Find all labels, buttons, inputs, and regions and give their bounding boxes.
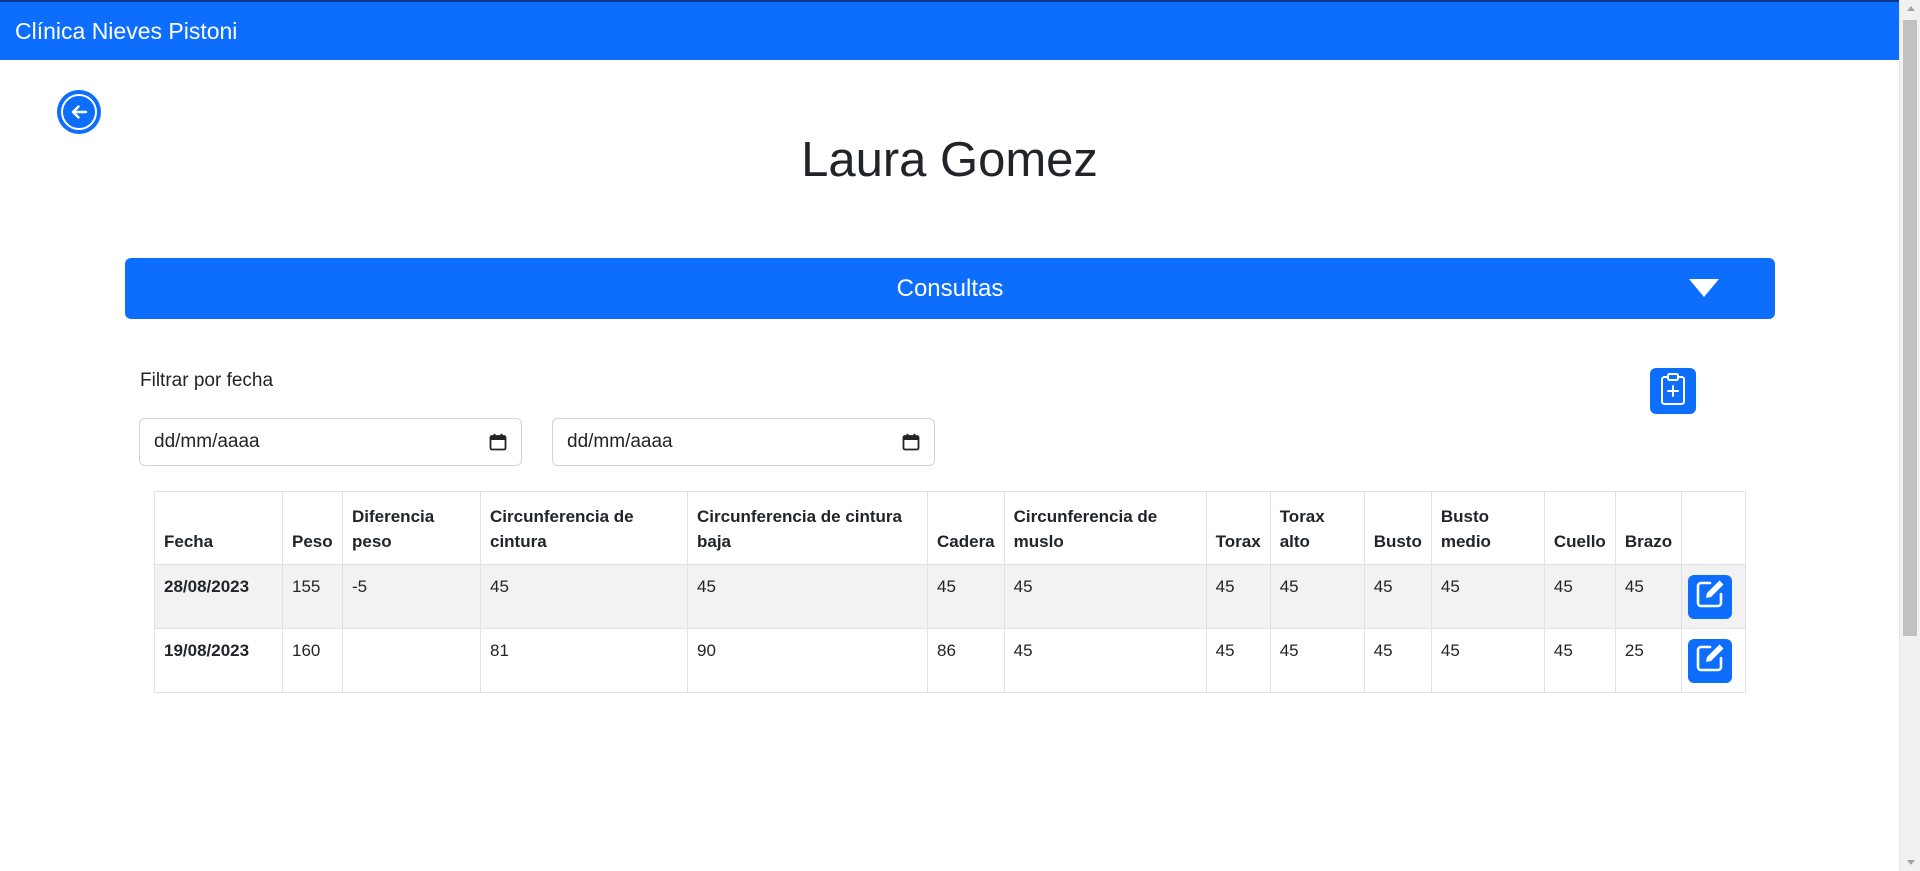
cell-diferencia-peso — [342, 628, 481, 693]
clipboard-plus-icon — [1659, 372, 1687, 411]
cell-cuello: 45 — [1543, 564, 1616, 629]
header-cuello: Cuello — [1543, 491, 1616, 565]
cell-brazo: 45 — [1614, 564, 1683, 629]
consultas-table-wrapper: Fecha Peso Diferencia peso Circunferencia… — [154, 491, 1747, 693]
cell-peso: 155 — [282, 564, 343, 629]
header-diferencia-peso: Diferencia peso — [342, 491, 481, 565]
page-title: Laura Gomez — [801, 133, 1098, 187]
cell-cadera: 45 — [927, 564, 1005, 629]
date-to-value: dd/mm/aaaa — [567, 431, 673, 452]
vertical-scrollbar[interactable] — [1899, 0, 1920, 871]
cell-cuello: 45 — [1543, 628, 1616, 693]
cell-brazo: 25 — [1614, 628, 1683, 693]
cell-circunferencia-muslo: 45 — [1003, 564, 1207, 629]
cell-circunferencia-cintura-baja: 90 — [687, 628, 928, 693]
date-to-input[interactable]: dd/mm/aaaa — [552, 418, 935, 466]
cell-circunferencia-cintura: 45 — [480, 564, 688, 629]
table-row: 19/08/2023 160 81 90 86 45 45 45 45 45 4… — [154, 628, 1747, 693]
cell-busto: 45 — [1363, 628, 1432, 693]
header-torax: Torax — [1205, 491, 1271, 565]
table-row: 28/08/2023 155 -5 45 45 45 45 45 45 45 4… — [154, 564, 1747, 629]
scroll-down-arrow-icon[interactable] — [1900, 854, 1920, 871]
cell-fecha: 19/08/2023 — [154, 628, 283, 693]
cell-actions — [1681, 628, 1747, 693]
header-peso: Peso — [282, 491, 343, 565]
navbar: Clínica Nieves Pistoni — [0, 0, 1899, 60]
date-from-input[interactable]: dd/mm/aaaa — [139, 418, 522, 466]
cell-torax-alto: 45 — [1269, 564, 1365, 629]
calendar-icon[interactable] — [489, 433, 507, 451]
cell-busto: 45 — [1363, 564, 1432, 629]
cell-torax-alto: 45 — [1269, 628, 1365, 693]
cell-busto-medio: 45 — [1430, 564, 1545, 629]
edit-consulta-button[interactable] — [1688, 574, 1733, 619]
arrow-left-circle-icon — [61, 94, 97, 130]
cell-fecha: 28/08/2023 — [154, 564, 283, 629]
date-from-value: dd/mm/aaaa — [154, 431, 260, 452]
cell-circunferencia-cintura-baja: 45 — [687, 564, 928, 629]
page: Clínica Nieves Pistoni Laura Gomez Consu… — [0, 0, 1920, 871]
pencil-square-icon — [1693, 641, 1727, 680]
header-actions — [1681, 491, 1747, 565]
table-header-row: Fecha Peso Diferencia peso Circunferencia… — [154, 491, 1747, 565]
cell-actions — [1681, 564, 1747, 629]
scroll-up-arrow-icon[interactable] — [1900, 0, 1920, 17]
cell-busto-medio: 45 — [1430, 628, 1545, 693]
header-circunferencia-cintura: Circunferencia de cintura — [480, 491, 688, 565]
cell-torax: 45 — [1205, 564, 1271, 629]
cell-circunferencia-cintura: 81 — [480, 628, 688, 693]
header-busto-medio: Busto medio — [1430, 491, 1545, 565]
header-circunferencia-muslo: Circunferencia de muslo — [1003, 491, 1207, 565]
scrollbar-thumb[interactable] — [1903, 20, 1917, 636]
consultas-table: Fecha Peso Diferencia peso Circunferencia… — [154, 491, 1747, 693]
caret-down-icon — [1689, 279, 1719, 297]
accordion-label: Consultas — [896, 274, 1004, 302]
header-cadera: Cadera — [927, 491, 1005, 565]
pencil-square-icon — [1693, 577, 1727, 616]
filter-label: Filtrar por fecha — [140, 370, 274, 391]
consultas-accordion-toggle[interactable]: Consultas — [125, 258, 1775, 319]
cell-diferencia-peso: -5 — [342, 564, 481, 629]
header-fecha: Fecha — [154, 491, 283, 565]
header-torax-alto: Torax alto — [1269, 491, 1365, 565]
header-brazo: Brazo — [1614, 491, 1683, 565]
back-button[interactable] — [57, 90, 101, 134]
header-circunferencia-cintura-baja: Circunferencia de cintura baja — [687, 491, 928, 565]
add-consulta-button[interactable] — [1650, 368, 1696, 414]
cell-circunferencia-muslo: 45 — [1003, 628, 1207, 693]
cell-torax: 45 — [1205, 628, 1271, 693]
cell-peso: 160 — [282, 628, 343, 693]
calendar-icon[interactable] — [902, 433, 920, 451]
edit-consulta-button[interactable] — [1688, 638, 1733, 683]
cell-cadera: 86 — [927, 628, 1005, 693]
header-busto: Busto — [1363, 491, 1432, 565]
brand-link[interactable]: Clínica Nieves Pistoni — [15, 18, 237, 45]
